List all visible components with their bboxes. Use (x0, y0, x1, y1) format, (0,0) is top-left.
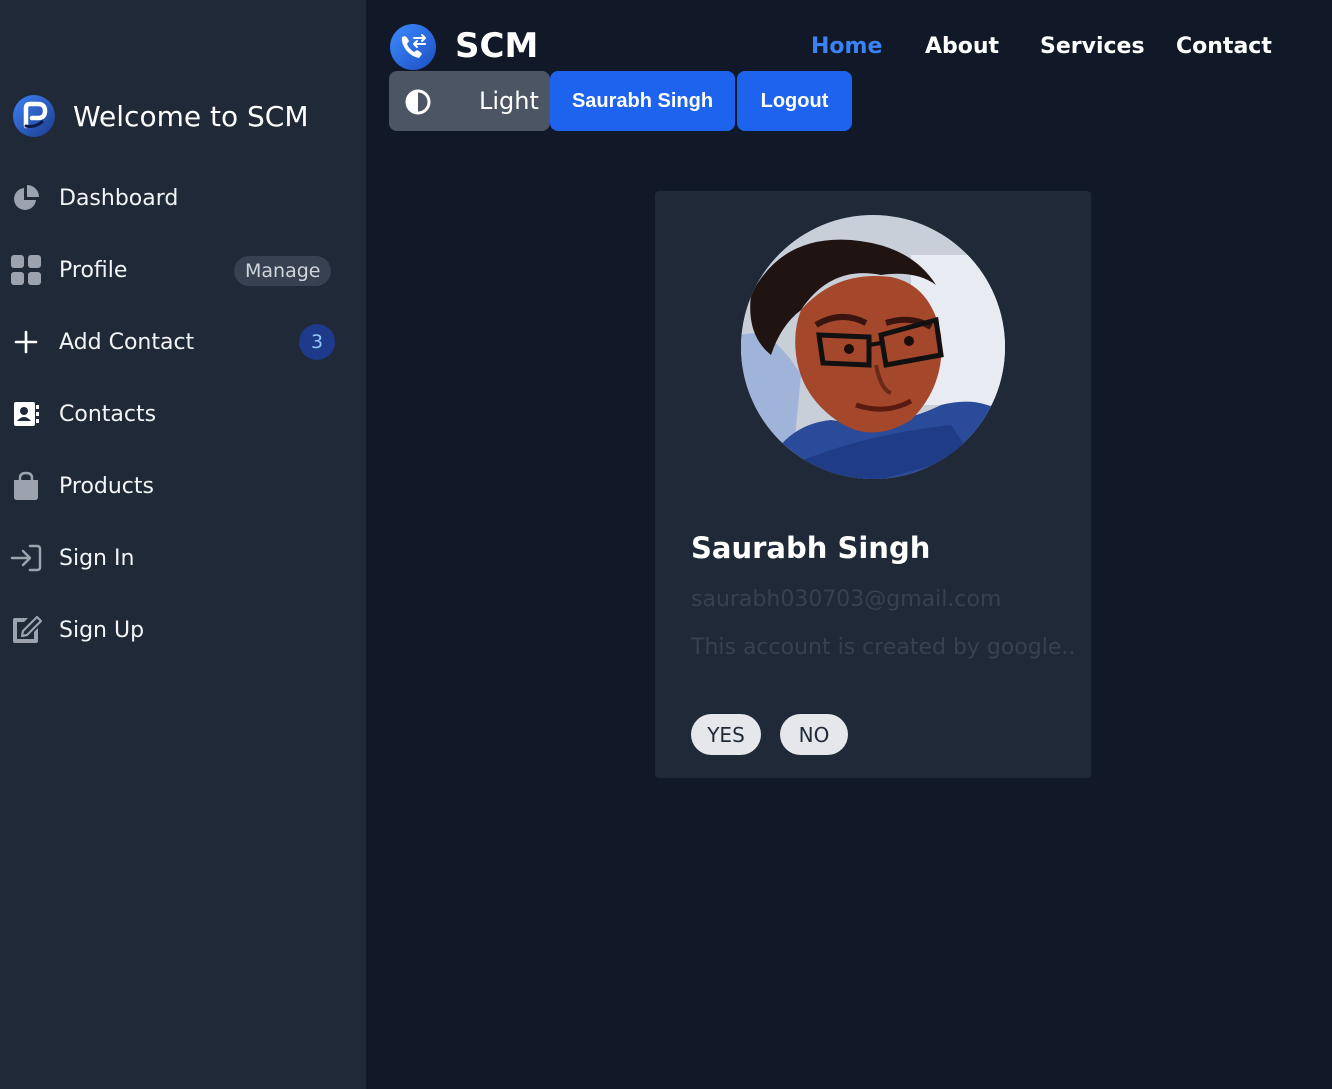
manage-pill: Manage (234, 256, 332, 286)
sidebar-item-add-contact[interactable]: Add Contact 3 (0, 314, 366, 370)
count-badge: 3 (299, 324, 335, 360)
sidebar-item-sign-in[interactable]: Sign In (0, 530, 366, 586)
sidebar-item-label: Add Contact (59, 329, 195, 355)
shopping-bag-icon (10, 470, 42, 502)
avatar-photo (741, 215, 1005, 479)
sidebar-item-products[interactable]: Products (0, 458, 366, 514)
sidebar-brand-title: Welcome to SCM (73, 99, 309, 133)
plus-icon (10, 326, 42, 358)
no-button[interactable]: NO (780, 714, 848, 755)
sidebar-item-sign-up[interactable]: Sign Up (0, 602, 366, 658)
user-name-button[interactable]: Saurabh Singh (550, 71, 735, 131)
sidebar-item-label: Sign Up (59, 617, 145, 643)
profile-email: saurabh030703@gmail.com (691, 587, 1002, 612)
pie-chart-icon (10, 182, 42, 214)
sidebar-item-dashboard[interactable]: Dashboard (0, 170, 366, 226)
address-book-icon (10, 398, 42, 430)
grid-icon (10, 254, 42, 286)
profile-card: Saurabh Singh saurabh030703@gmail.com Th… (655, 191, 1091, 778)
profile-avatar (741, 215, 1005, 479)
sidebar-item-label: Sign In (59, 545, 135, 571)
sidebar-brand[interactable]: Welcome to SCM (12, 94, 308, 138)
profile-name: Saurabh Singh (691, 531, 931, 565)
yes-button[interactable]: YES (691, 714, 761, 755)
nav-link-services[interactable]: Services (1040, 34, 1145, 59)
phone-logo-icon[interactable] (389, 23, 437, 71)
sidebar-item-label: Products (59, 473, 154, 499)
theme-toggle-button[interactable]: Light (389, 71, 550, 131)
sidebar: Welcome to SCM Dashboard Profile Manage (0, 0, 366, 1089)
app-title: SCM (455, 26, 539, 66)
sidebar-item-contacts[interactable]: Contacts (0, 386, 366, 442)
contrast-icon (405, 89, 431, 115)
nav-link-home[interactable]: Home (811, 34, 882, 59)
edit-icon (10, 614, 42, 646)
theme-toggle-label: Light (479, 87, 539, 115)
nav-link-contact[interactable]: Contact (1176, 34, 1272, 59)
profile-description: This account is created by google.. (691, 635, 1076, 660)
sidebar-item-label: Profile (59, 257, 128, 283)
sidebar-item-profile[interactable]: Profile Manage (0, 242, 366, 298)
scm-logo-icon (13, 95, 55, 137)
sidebar-item-label: Dashboard (59, 185, 179, 211)
sidebar-item-label: Contacts (59, 401, 157, 427)
nav-link-about[interactable]: About (925, 34, 999, 59)
sign-in-icon (10, 542, 42, 574)
logout-button[interactable]: Logout (737, 71, 852, 131)
